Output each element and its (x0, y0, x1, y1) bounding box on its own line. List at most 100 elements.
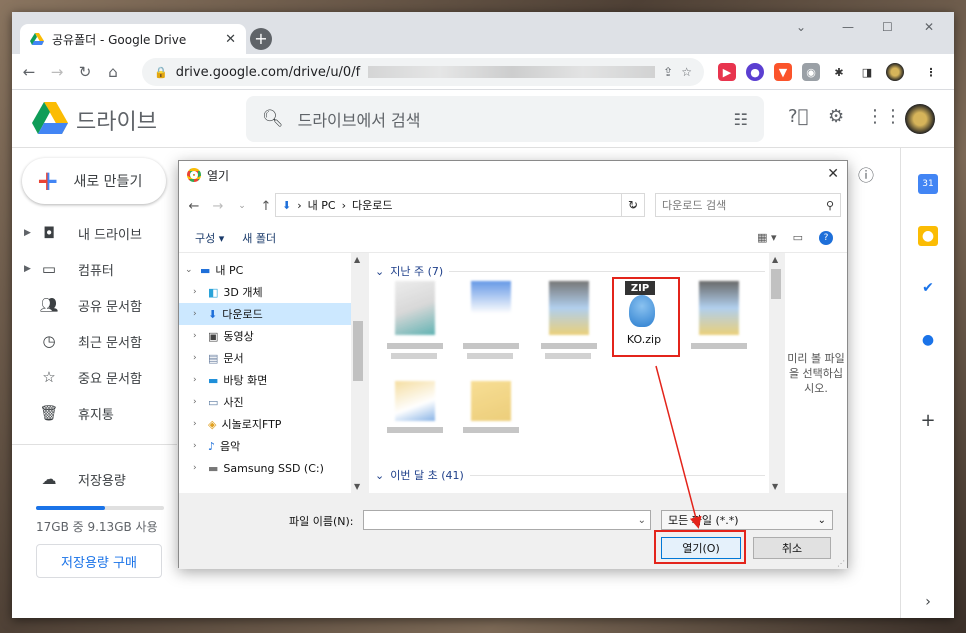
file-list-scrollbar[interactable]: ▲ ▼ (769, 253, 783, 493)
chevron-down-icon[interactable]: ⌄ (638, 515, 646, 526)
refresh-icon[interactable]: ↻ (621, 193, 645, 217)
share-icon[interactable]: ⇪ (663, 65, 673, 79)
recent-dropdown-icon[interactable]: ⌄ (233, 201, 251, 211)
close-window-icon[interactable]: ✕ (924, 20, 934, 34)
blurred-file-item[interactable] (687, 281, 749, 381)
apps-grid-icon[interactable]: ⋮⋮ (866, 106, 902, 127)
tree-item-synology-ftp[interactable]: › ◈ 시놀로지FTP (179, 413, 365, 435)
extension-icon-2[interactable]: ● (746, 63, 764, 81)
camera-icon[interactable]: ◉ (802, 63, 820, 81)
expand-chevron-icon[interactable]: ⌄ (185, 265, 195, 275)
sidebar-item-shared[interactable]: 👥︎ 공유 문서함 (12, 290, 177, 320)
account-avatar[interactable] (905, 104, 935, 134)
dialog-search-input[interactable]: 다운로드 검색 ⚲ (655, 193, 841, 217)
blurred-file-item[interactable] (537, 281, 599, 381)
bookmark-star-icon[interactable]: ☆ (681, 65, 692, 79)
tasks-icon[interactable]: ✔ (918, 278, 938, 298)
puzzle-icon[interactable]: ✱ (830, 63, 848, 81)
drive-search-bar[interactable]: 🔍︎ 드라이브에서 검색 ☷ (246, 96, 764, 142)
blurred-file-item[interactable] (459, 281, 521, 381)
back-icon[interactable]: ← (18, 63, 40, 81)
breadcrumb-this-pc[interactable]: 내 PC (308, 197, 336, 213)
filename-input[interactable]: ⌄ (363, 510, 651, 530)
expand-chevron-icon[interactable]: › (193, 463, 203, 473)
omnibox[interactable]: 🔒 drive.google.com/drive/u/0/f ⇪ ☆ (142, 58, 704, 86)
tab-search-icon[interactable]: ⌄ (796, 20, 806, 34)
expand-chevron-icon[interactable]: › (193, 375, 203, 385)
cancel-button[interactable]: 취소 (753, 537, 831, 559)
breadcrumb-downloads[interactable]: 다운로드 (352, 197, 392, 213)
group-header-this-month[interactable]: ⌄ 이번 달 초 (41) (375, 467, 765, 483)
expand-chevron-icon[interactable]: › (193, 419, 203, 429)
info-icon[interactable]: ⓘ (858, 162, 874, 186)
reload-icon[interactable]: ↻ (74, 63, 96, 81)
expand-chevron-icon[interactable]: › (193, 441, 203, 451)
tree-item-documents[interactable]: › ▤ 문서 (179, 347, 365, 369)
tree-item-pictures[interactable]: › ▭ 사진 (179, 391, 365, 413)
tree-item-downloads[interactable]: › ⬇ 다운로드 (179, 303, 365, 325)
sidebar-item-starred[interactable]: ☆ 중요 문서함 (12, 362, 177, 392)
home-icon[interactable]: ⌂ (102, 63, 124, 81)
brave-shield-icon[interactable]: ▼ (774, 63, 792, 81)
sidebar-item-computers[interactable]: ▶ ▭ 컴퓨터 (12, 254, 177, 284)
expand-chevron-icon[interactable]: › (193, 331, 203, 341)
forward-icon[interactable]: → (46, 63, 68, 81)
forward-icon[interactable]: → (209, 199, 227, 214)
new-folder-button[interactable]: 새 폴더 (242, 230, 276, 246)
buy-storage-button[interactable]: 저장용량 구매 (36, 544, 162, 578)
dialog-close-icon[interactable]: ✕ (827, 166, 839, 182)
tree-item-3d-objects[interactable]: › ◧ 3D 개체 (179, 281, 365, 303)
calendar-icon[interactable]: 31 (918, 174, 938, 194)
sidepanel-icon[interactable]: ◨ (858, 63, 876, 81)
expand-chevron-icon[interactable]: › (193, 353, 203, 363)
keep-icon[interactable]: ● (918, 226, 938, 246)
tree-item-ssd-c[interactable]: › ▬ Samsung SSD (C:) (179, 457, 365, 479)
back-icon[interactable]: ← (185, 199, 203, 214)
tab-close-icon[interactable]: ✕ (225, 32, 236, 47)
blurred-file-item[interactable] (383, 281, 445, 381)
scroll-up-icon[interactable]: ▲ (772, 255, 778, 264)
address-breadcrumb[interactable]: ⬇ › 내 PC › 다운로드 ⌄ (275, 193, 645, 217)
scrollbar-thumb[interactable] (353, 321, 363, 381)
browser-tab[interactable]: 공유폴더 - Google Drive ✕ (20, 24, 246, 54)
maximize-icon[interactable]: ☐ (882, 20, 893, 34)
help-icon[interactable]: ?⃝ (788, 106, 808, 127)
help-icon[interactable]: ? (819, 230, 833, 245)
tree-item-music[interactable]: › ♪ 음악 (179, 435, 365, 457)
search-icon[interactable]: ⚲ (826, 199, 834, 212)
scroll-down-icon[interactable]: ▼ (354, 482, 360, 491)
scroll-up-icon[interactable]: ▲ (354, 255, 360, 264)
search-icon[interactable]: 🔍︎ (262, 109, 284, 129)
settings-gear-icon[interactable]: ⚙ (828, 106, 844, 127)
group-header-last-week[interactable]: ⌄ 지난 주 (7) (375, 263, 765, 279)
tree-item-videos[interactable]: › ▣ 동영상 (179, 325, 365, 347)
sidebar-item-storage[interactable]: ☁ 저장용량 (12, 464, 177, 494)
sidebar-item-my-drive[interactable]: ▶ ◘ 내 드라이브 (12, 218, 177, 248)
expand-arrow-icon[interactable]: ▶ (12, 264, 31, 274)
preview-pane-icon[interactable]: ▭ (793, 231, 803, 244)
new-button[interactable]: + 새로 만들기 (22, 158, 166, 204)
add-addon-icon[interactable]: + (918, 410, 938, 431)
filetype-select[interactable]: 모든 파일 (*.*) ⌄ (661, 510, 833, 530)
profile-avatar-icon[interactable] (886, 63, 904, 81)
search-options-icon[interactable]: ☷ (734, 110, 748, 129)
expand-chevron-icon[interactable]: › (193, 309, 203, 319)
up-icon[interactable]: ↑ (257, 199, 275, 214)
scroll-down-icon[interactable]: ▼ (772, 482, 778, 491)
sidebar-item-trash[interactable]: 🗑︎ 휴지통 (12, 398, 177, 428)
minimize-icon[interactable]: — (842, 20, 854, 34)
scrollbar-thumb[interactable] (771, 269, 781, 299)
expand-panel-icon[interactable]: › (918, 592, 938, 612)
contacts-icon[interactable]: ● (918, 330, 938, 350)
blurred-file-item[interactable] (459, 381, 521, 451)
expand-chevron-icon[interactable]: › (193, 397, 203, 407)
expand-chevron-icon[interactable]: › (193, 287, 203, 297)
expand-arrow-icon[interactable]: ▶ (12, 228, 31, 238)
organize-menu[interactable]: 구성 ▾ (195, 230, 224, 246)
tree-item-desktop[interactable]: › ▬ 바탕 화면 (179, 369, 365, 391)
sidebar-item-recent[interactable]: ◷ 최근 문서함 (12, 326, 177, 356)
menu-kebab-icon[interactable]: ⋮ (922, 63, 940, 81)
tree-item-this-pc[interactable]: ⌄ ▬ 내 PC (179, 259, 365, 281)
tree-scrollbar[interactable]: ▲ ▼ (351, 253, 365, 493)
lock-icon[interactable]: 🔒 (154, 66, 168, 79)
